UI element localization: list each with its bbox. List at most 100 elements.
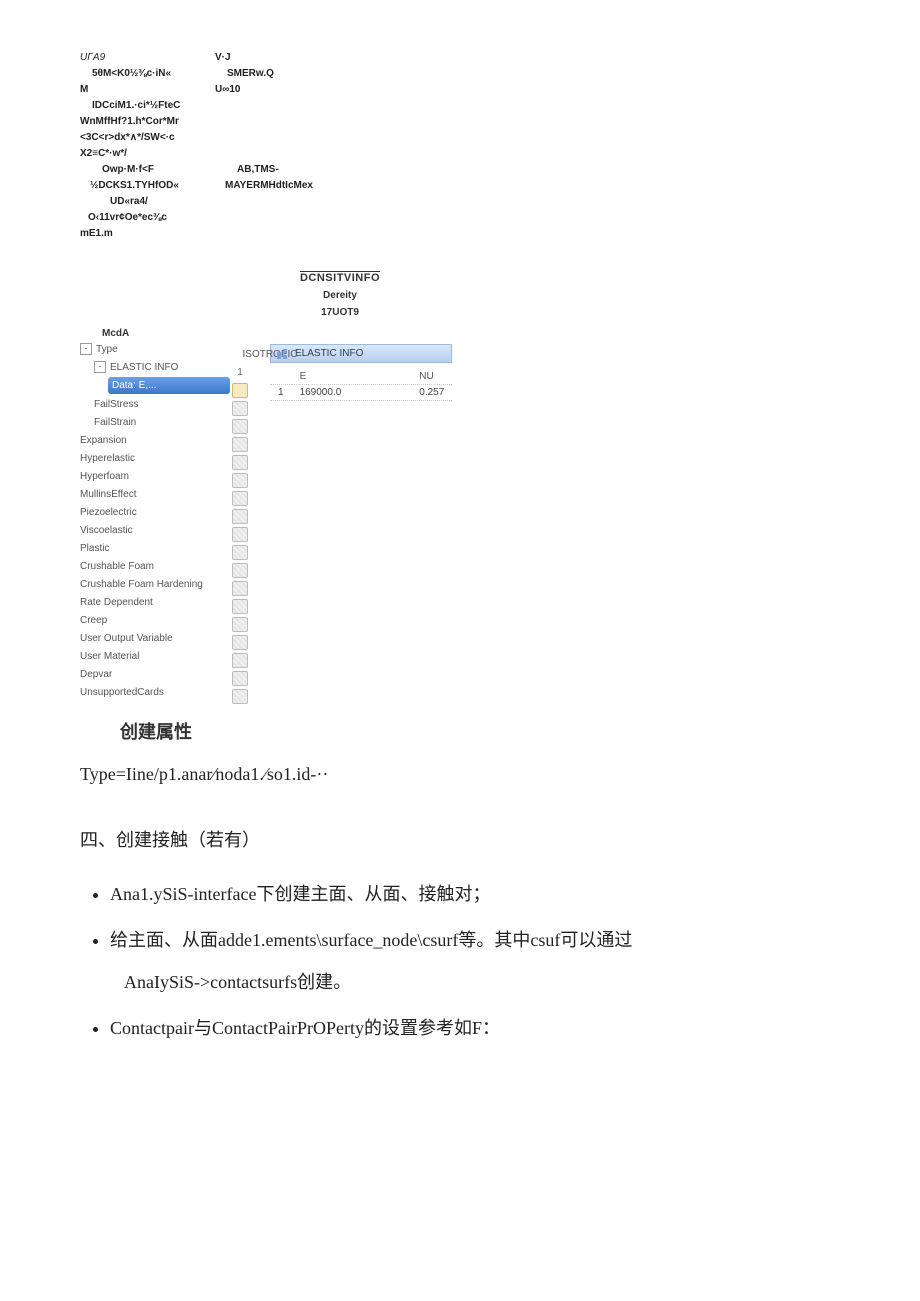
tree-item[interactable]: User Material (80, 648, 230, 664)
value-box[interactable] (232, 653, 248, 668)
tree-item-type[interactable]: - Type (80, 341, 230, 357)
tree-label: FailStrain (94, 417, 136, 428)
tree-item-data-e[interactable]: Data: E,... (108, 377, 230, 394)
figure-caption: 创建属性 (120, 718, 860, 744)
tree-item[interactable]: Plastic (80, 540, 230, 556)
garble-line: IDCciM1.·ci*½FteC (80, 98, 860, 114)
tree-item[interactable]: User Output Variable (80, 630, 230, 646)
col-e: E (292, 369, 350, 385)
tree-expand-icon[interactable]: - (94, 361, 106, 373)
cell-index: 1 (270, 385, 292, 401)
value-box[interactable] (232, 455, 248, 470)
elastic-table: E NU 1 169000.0 0.257 (270, 369, 452, 401)
density-title: DCNSITVINFO (280, 272, 400, 284)
tree-item[interactable]: FailStress (94, 396, 230, 412)
value-box[interactable] (232, 491, 248, 506)
tree-label: User Output Variable (80, 633, 173, 644)
tree-label: Hyperelastic (80, 453, 135, 464)
tree-label: User Material (80, 651, 139, 662)
garble-line: SMERw.Q (227, 66, 274, 82)
garble-line: <3C<r>dx*∧*/SW<·c (80, 130, 860, 146)
elastic-info-table: ELASTIC INFO E NU 1 169000.0 0.257 (270, 328, 452, 704)
tree-label: Rate Dependent (80, 597, 153, 608)
tree-label: Viscoelastic (80, 525, 133, 536)
tree-item[interactable]: MullinsEffect (80, 486, 230, 502)
tree-label: FailStress (94, 399, 138, 410)
tree-item[interactable]: FailStrain (94, 414, 230, 430)
tree-label: Expansion (80, 435, 127, 446)
garble-line: U∞10 (215, 82, 240, 98)
tree-item[interactable]: Expansion (80, 432, 230, 448)
col-index (270, 369, 292, 385)
tree-label: ELASTIC INFO (110, 362, 178, 373)
tree-item[interactable]: UnsupportedCards (80, 684, 230, 700)
tree-heading: McdA (102, 328, 230, 339)
value-box[interactable] (232, 527, 248, 542)
value-box[interactable] (232, 401, 248, 416)
value-box[interactable] (232, 419, 248, 434)
table-row[interactable]: 1 169000.0 0.257 (270, 385, 452, 401)
tree-expand-icon[interactable]: - (80, 343, 92, 355)
tree-label: UnsupportedCards (80, 687, 164, 698)
value-box[interactable] (232, 563, 248, 578)
value-box[interactable] (232, 473, 248, 488)
bullet-text: 给主面、从面adde1.ements\surface_node\csurf等。其… (110, 930, 632, 950)
bullet-text-cont: AnaIySiS->contactsurfs创建。 (124, 964, 860, 1000)
garble-line: X2≡C*·w*/ (80, 146, 860, 162)
tree-label: Piezoelectric (80, 507, 137, 518)
cell-nu[interactable]: 0.257 (349, 385, 452, 401)
cell-e[interactable]: 169000.0 (292, 385, 350, 401)
garble-line: AB,TMS- (237, 162, 279, 178)
tree-item[interactable]: Viscoelastic (80, 522, 230, 538)
value-box[interactable] (232, 599, 248, 614)
tree-label-selected: Data: E,... (112, 380, 156, 391)
tree-item[interactable]: Crushable Foam Hardening (80, 576, 230, 592)
bullet-text: Ana1.ySiS-interface下创建主面、从面、接触对； (110, 884, 490, 904)
value-box[interactable] (232, 545, 248, 560)
garble-line: UΓA9 (80, 50, 215, 66)
value-box[interactable] (232, 635, 248, 650)
garble-line: ½DCKS1.TYHfOD« (80, 178, 225, 194)
table-title-text: ELASTIC INFO (295, 348, 363, 359)
body-text: Type=Iine/p1.anar⁄noda1.⁄so1.id-·· 四、创建接… (80, 756, 860, 1046)
tree-label: Crushable Foam (80, 561, 154, 572)
value-box[interactable] (232, 671, 248, 686)
bullet-text: Contactpair与ContactPairPrOPerty的设置参考如F： (110, 1018, 500, 1038)
value-box[interactable] (232, 509, 248, 524)
tree-item[interactable]: Piezoelectric (80, 504, 230, 520)
property-tree[interactable]: McdA - Type - ELASTIC INFO Data: E,... F… (80, 328, 230, 704)
col-nu: NU (349, 369, 452, 385)
garble-line: O‹11vr¢Oe*ec⅜c (80, 210, 860, 226)
list-item: Contactpair与ContactPairPrOPerty的设置参考如F： (110, 1010, 860, 1046)
tree-label: MullinsEffect (80, 489, 137, 500)
type-line: Type=Iine/p1.anar⁄noda1.⁄so1.id-·· (80, 756, 860, 792)
property-panel: McdA - Type - ELASTIC INFO Data: E,... F… (80, 328, 860, 704)
tree-label: Plastic (80, 543, 109, 554)
value-box[interactable] (232, 617, 248, 632)
tree-item[interactable]: Hyperelastic (80, 450, 230, 466)
tree-item[interactable]: Hyperfoam (80, 468, 230, 484)
bullet-list: Ana1.ySiS-interface下创建主面、从面、接触对； 给主面、从面a… (80, 876, 860, 1046)
value-box[interactable] (232, 437, 248, 452)
tree-value-isotropic: ISOTROPIC (243, 349, 298, 360)
tree-item-elasticinfo[interactable]: - ELASTIC INFO (94, 359, 230, 375)
value-badge[interactable] (232, 383, 248, 398)
garble-line: UD«ra4/ (80, 194, 860, 210)
list-item: Ana1.ySiS-interface下创建主面、从面、接触对； (110, 876, 860, 912)
garble-line: V·J (215, 50, 231, 66)
tree-value-column: ISOTROPIC 1 (230, 328, 250, 704)
page: UΓA9 V·J 5θM<K0½⅜c·iN« SMERw.Q M U∞10 ID… (0, 0, 920, 1301)
value-box[interactable] (232, 581, 248, 596)
tree-label: Hyperfoam (80, 471, 129, 482)
value-box[interactable] (232, 689, 248, 704)
tree-label: Depvar (80, 669, 112, 680)
density-info: DCNSITVINFO Dereity 17UOT9 (280, 272, 400, 318)
density-label: Dereity (280, 290, 400, 301)
tree-label: Creep (80, 615, 107, 626)
tree-item[interactable]: Creep (80, 612, 230, 628)
tree-item[interactable]: Crushable Foam (80, 558, 230, 574)
list-item: 给主面、从面adde1.ements\surface_node\csurf等。其… (110, 922, 860, 1000)
tree-item[interactable]: Depvar (80, 666, 230, 682)
table-icon (277, 349, 287, 359)
tree-item[interactable]: Rate Dependent (80, 594, 230, 610)
